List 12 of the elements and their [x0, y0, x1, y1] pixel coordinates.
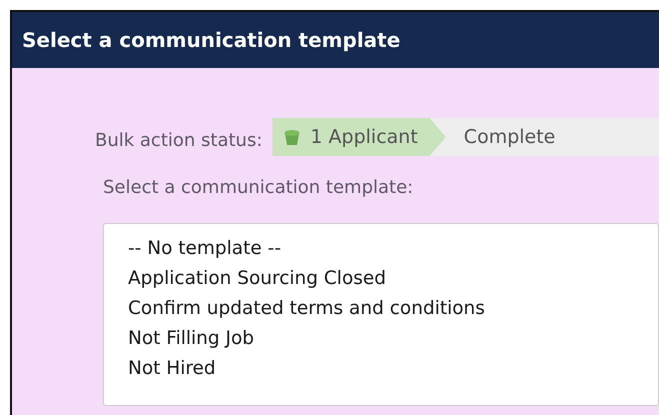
template-option[interactable]: Not Filling Job [128, 324, 658, 354]
template-listbox[interactable]: -- No template -- Application Sourcing Closed Confirm updated terms and conditions Not Filling Job Not Hired [103, 223, 659, 406]
dialog-title: Select a communication template [12, 12, 659, 68]
status-step: 1 Applicant [272, 118, 446, 156]
template-option[interactable]: Confirm updated terms and conditions [128, 294, 658, 324]
pot-icon [282, 127, 302, 147]
template-option[interactable]: Application Sourcing Closed [128, 264, 658, 294]
status-step: Complete [430, 118, 659, 156]
template-option[interactable]: Not Hired [128, 354, 658, 384]
template-label: Select a communication template: [103, 176, 414, 200]
status-label: Bulk action status: [95, 128, 262, 152]
template-option[interactable]: -- No template -- [128, 234, 658, 264]
